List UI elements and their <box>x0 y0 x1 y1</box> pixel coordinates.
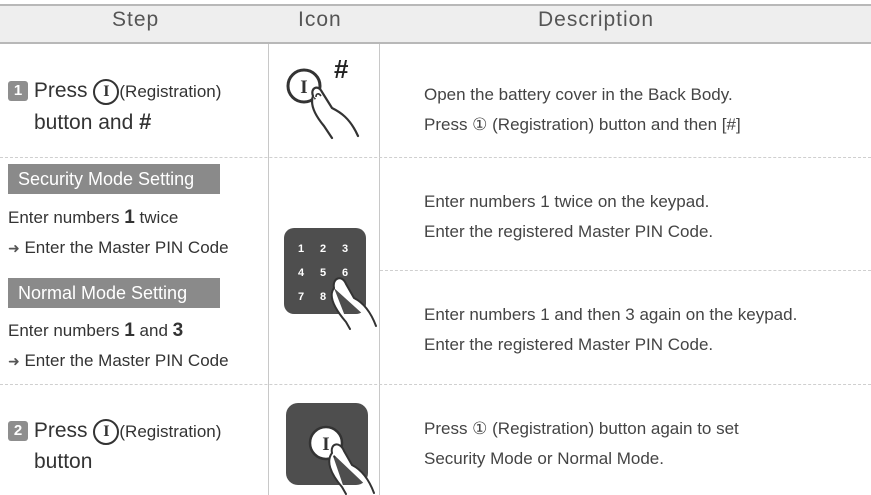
registration-button-press-icon: I <box>286 403 375 495</box>
press-registration-icon: # I <box>286 54 360 140</box>
arrow-right-icon: ➜ <box>8 240 20 256</box>
description-line: Open the battery cover in the Back Body. <box>424 85 733 104</box>
description-line: Press ① (Registration) button and then [… <box>424 115 741 134</box>
normal-mode-line-1: Enter numbers 1 and 3 <box>8 320 183 342</box>
description-line: Press ① (Registration) button again to s… <box>424 419 739 438</box>
registration-label: (Registration) <box>119 422 222 441</box>
keypad-key-6: 6 <box>342 267 348 279</box>
security-mode-line-1: Enter numbers 1 twice <box>8 207 178 229</box>
keypad-key-5: 5 <box>320 267 326 279</box>
enter-numbers-label: Enter numbers <box>8 321 120 340</box>
description-line: Enter the registered Master PIN Code. <box>424 335 714 354</box>
row-divider <box>0 384 871 385</box>
keypad-key-1: 1 <box>298 243 304 255</box>
header-step: Step <box>112 8 160 31</box>
step-number-badge: 2 <box>8 421 28 441</box>
step-1-description: Open the battery cover in the Back Body.… <box>424 80 741 140</box>
column-divider-left <box>268 44 269 495</box>
step-2: 2 Press I (Registration) button <box>8 416 263 477</box>
keypad-key-4: 4 <box>298 267 305 279</box>
description-line: Enter numbers 1 twice on the keypad. <box>424 192 710 211</box>
keypad-key-7: 7 <box>298 291 304 303</box>
normal-mode-description: Enter numbers 1 and then 3 again on the … <box>424 300 797 360</box>
button-and-label: button and <box>34 111 134 134</box>
button-label: button <box>34 450 93 473</box>
description-line: Enter the registered Master PIN Code. <box>424 222 714 241</box>
step-1: 1 Press I (Registration) button and # <box>8 76 263 138</box>
step-2-description: Press ① (Registration) button again to s… <box>424 414 739 474</box>
keypad-key-2: 2 <box>320 243 326 255</box>
keypad-key-8: 8 <box>320 291 326 303</box>
digit-1: 1 <box>124 207 135 228</box>
circle-i-glyph: I <box>300 77 307 98</box>
digit-3: 3 <box>172 320 184 341</box>
header-icon: Icon <box>298 8 342 31</box>
registration-label: (Registration) <box>119 82 222 101</box>
master-pin-label: Enter the Master PIN Code <box>24 351 229 370</box>
step-press-label: Press <box>33 79 88 102</box>
normal-mode-line-2: ➜ Enter the Master PIN Code <box>8 351 229 371</box>
registration-button-icon: I <box>93 79 120 105</box>
master-pin-label: Enter the Master PIN Code <box>24 238 229 257</box>
header-description: Description <box>538 8 655 31</box>
security-mode-description: Enter numbers 1 twice on the keypad. Ent… <box>424 187 713 247</box>
step-press-label: Press <box>33 419 88 442</box>
keypad-icon: 1 2 3 4 5 6 7 8 <box>284 228 377 330</box>
enter-numbers-label: Enter numbers <box>8 208 120 227</box>
registration-button-icon: I <box>93 419 120 445</box>
row-divider <box>380 270 871 271</box>
digit-1: 1 <box>124 320 135 341</box>
normal-mode-title: Normal Mode Setting <box>8 278 220 308</box>
hash-icon: # <box>334 54 349 84</box>
keypad-key-3: 3 <box>342 243 348 255</box>
security-mode-title: Security Mode Setting <box>8 164 220 194</box>
security-mode-line-2: ➜ Enter the Master PIN Code <box>8 238 229 258</box>
arrow-right-icon: ➜ <box>8 353 20 369</box>
row-divider <box>0 157 871 158</box>
hash-symbol: # <box>139 109 152 134</box>
circle-i-glyph: I <box>322 434 329 455</box>
twice-label: twice <box>139 208 179 227</box>
description-line: Security Mode or Normal Mode. <box>424 449 664 468</box>
description-line: Enter numbers 1 and then 3 again on the … <box>424 305 798 324</box>
step-number-badge: 1 <box>8 81 28 101</box>
and-label: and <box>139 321 168 340</box>
